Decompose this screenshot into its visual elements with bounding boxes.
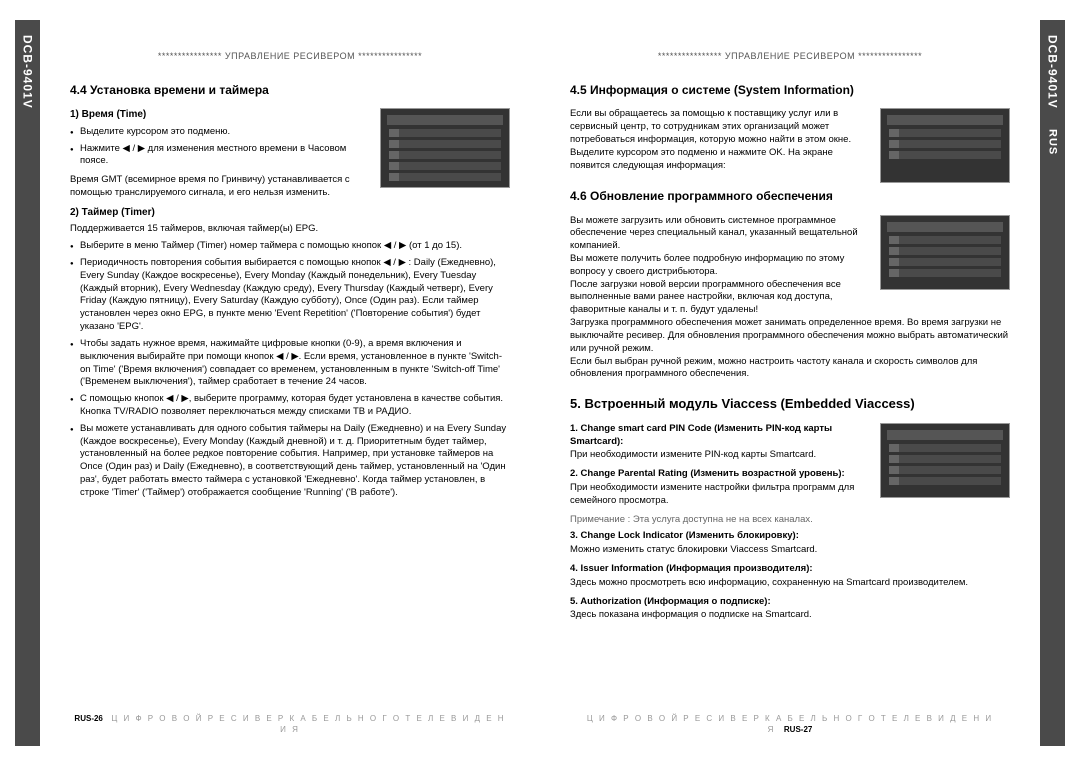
bullet: Нажмите ◀ / ▶ для изменения местного вре… — [70, 143, 510, 169]
bullet: Выделите курсором это подменю. — [70, 126, 510, 139]
page-left: **************** УПРАВЛЕНИЕ РЕСИВЕРОМ **… — [40, 20, 540, 746]
screenshot-system-info — [880, 108, 1010, 183]
body-text: Загрузка программного обеспечения может … — [570, 317, 1010, 355]
note: Примечание : Эта услуга доступна не на в… — [570, 514, 1010, 527]
sub-timer: 2) Таймер (Timer) — [70, 206, 510, 220]
body-text: Поддерживается 15 таймеров, включая тайм… — [70, 223, 510, 236]
time-bullets: Выделите курсором это подменю. Нажмите ◀… — [70, 126, 510, 168]
section-4-4-title: 4.4 Установка времени и таймера — [70, 82, 510, 98]
bullet: Вы можете устанавливать для одного событ… — [70, 423, 510, 500]
page-header-right: **************** УПРАВЛЕНИЕ РЕСИВЕРОМ **… — [570, 50, 1010, 62]
bullet: Выберите в меню Таймер (Timer) номер тай… — [70, 240, 510, 253]
left-content: 4.4 Установка времени и таймера 1) Время… — [70, 82, 510, 506]
side-model-tab-left: DCB-9401V — [15, 20, 40, 746]
screenshot-viaccess — [880, 423, 1010, 498]
bullet: Чтобы задать нужное время, нажимайте циф… — [70, 338, 510, 389]
bullet: С помощью кнопок ◀ / ▶, выберите програм… — [70, 393, 510, 419]
footer-text: Ц И Ф Р О В О Й Р Е С И В Е Р К А Б Е Л … — [111, 714, 505, 734]
num-title: 4. Issuer Information (Информация произв… — [570, 563, 1010, 576]
page-header-left: **************** УПРАВЛЕНИЕ РЕСИВЕРОМ **… — [70, 50, 510, 62]
num-item: 3. Change Lock Indicator (Изменить блоки… — [570, 530, 1010, 557]
page-right: **************** УПРАВЛЕНИЕ РЕСИВЕРОМ **… — [540, 20, 1040, 746]
side-model-tab-right: DCB-9401VRUS — [1040, 20, 1065, 746]
right-content: 4.5 Информация о системе (System Informa… — [570, 82, 1010, 628]
section-4-6-title: 4.6 Обновление программного обеспечения — [570, 188, 1010, 204]
bullet: Периодичность повторения события выбирае… — [70, 257, 510, 334]
num-item: 4. Issuer Information (Информация произв… — [570, 563, 1010, 590]
screenshot-software-update — [880, 215, 1010, 290]
page-wrap: DCB-9401V **************** УПРАВЛЕНИЕ РЕ… — [0, 0, 1080, 776]
page-number-right: RUS-27 — [784, 725, 812, 734]
num-body: Можно изменить статус блокировки Viacces… — [570, 544, 1010, 557]
num-title: 3. Change Lock Indicator (Изменить блоки… — [570, 530, 1010, 543]
num-body: Здесь можно просмотреть всю информацию, … — [570, 577, 1010, 590]
num-body: Здесь показана информация о подписке на … — [570, 609, 1010, 622]
lang-tab: RUS — [1047, 129, 1059, 155]
footer-left: RUS-26 Ц И Ф Р О В О Й Р Е С И В Е Р К А… — [70, 714, 510, 736]
timer-bullets: Выберите в меню Таймер (Timer) номер тай… — [70, 240, 510, 499]
num-title: 5. Authorization (Информация о подписке)… — [570, 596, 1010, 609]
section-5-title: 5. Встроенный модуль Viaccess (Embedded … — [570, 395, 1010, 413]
num-item: 5. Authorization (Информация о подписке)… — [570, 596, 1010, 623]
section-4-5-title: 4.5 Информация о системе (System Informa… — [570, 82, 1010, 98]
page-number-left: RUS-26 — [74, 714, 102, 723]
body-text: Если был выбран ручной режим, можно наст… — [570, 356, 1010, 382]
footer-right: Ц И Ф Р О В О Й Р Е С И В Е Р К А Б Е Л … — [570, 714, 1010, 736]
